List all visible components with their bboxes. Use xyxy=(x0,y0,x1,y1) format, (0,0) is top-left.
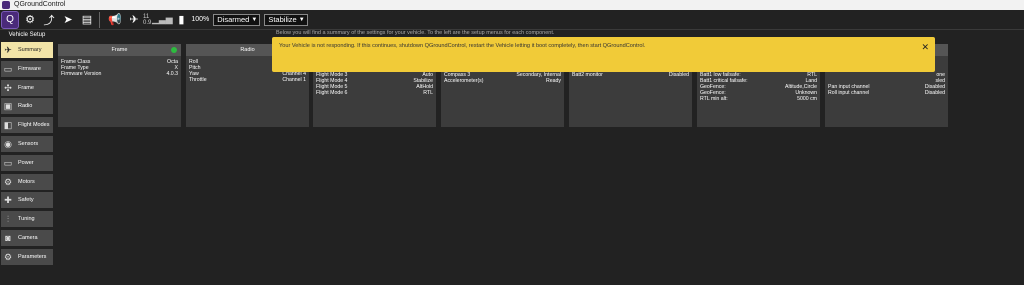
sidebar-item-label: Power xyxy=(18,160,34,166)
sidebar-item-sensors[interactable]: ◉ Sensors xyxy=(1,136,53,152)
app-logo-icon xyxy=(2,1,10,9)
panel-title: Radio xyxy=(240,47,255,53)
main-toolbar: Q ⚙ ⤴ ➤ ▤ 📢 ✈ 11 0.9 ▁▃▅ ▮ 100% Disarmed… xyxy=(0,10,1024,30)
sidebar-header: Vehicle Setup xyxy=(8,32,46,38)
summary-row: Flight Mode 6 RTL xyxy=(316,90,433,96)
summary-row: Roll input channel Disabled xyxy=(828,90,945,96)
settings-gear-icon[interactable]: ⚙ xyxy=(22,12,38,28)
tuning-icon: ⫶ xyxy=(6,213,10,224)
panel-title: Frame xyxy=(111,47,128,53)
sidebar-item-frame[interactable]: ✣ Frame xyxy=(1,80,53,96)
summary-row: RTL min alt: 5000 cm xyxy=(700,96,817,102)
gps-satellite-icon[interactable]: ✈ xyxy=(126,12,142,28)
sidebar-item-label: Firmware xyxy=(18,66,41,72)
power-icon: ▭ xyxy=(3,157,13,168)
qgc-logo-icon[interactable]: Q xyxy=(1,10,19,29)
plane-icon: ✈ xyxy=(4,44,12,55)
sidebar-item-label: Tuning xyxy=(18,216,35,222)
sidebar-item-parameters[interactable]: ⚙ Parameters xyxy=(1,249,53,265)
sidebar-item-label: Motors xyxy=(18,179,35,185)
parameters-icon: ⚙ xyxy=(3,251,13,262)
sidebar-item-camera[interactable]: ◙ Camera xyxy=(1,230,53,246)
chevron-down-icon: ▼ xyxy=(251,16,258,23)
window-title: QGroundControl xyxy=(14,1,66,8)
flight-mode-dropdown[interactable]: Stabilize ▼ xyxy=(264,13,308,26)
sidebar-item-label: Safety xyxy=(18,197,34,203)
sidebar-item-label: Parameters xyxy=(18,254,47,260)
panel-header[interactable]: Frame xyxy=(58,44,181,56)
sidebar-item-radio[interactable]: ▣ Radio xyxy=(1,98,53,114)
arm-state-value: Disarmed xyxy=(217,14,250,24)
status-ok-dot-icon xyxy=(171,47,177,53)
flight-mode-value: Stabilize xyxy=(268,14,297,24)
summary-row: Accelerometer(s) Ready xyxy=(444,78,561,84)
close-icon[interactable]: ✕ xyxy=(921,42,929,53)
sidebar-item-motors[interactable]: ⚙ Motors xyxy=(1,174,53,190)
messages-megaphone-icon[interactable]: 📢 xyxy=(107,12,123,28)
camera-icon: ◙ xyxy=(5,233,11,243)
sidebar-item-label: Camera xyxy=(18,235,38,241)
summary-row: Throttle Channel 1 xyxy=(189,77,306,83)
sidebar-item-label: Radio xyxy=(18,103,33,109)
radio-icon: ▣ xyxy=(3,100,13,111)
sidebar-item-label: Summary xyxy=(18,47,42,53)
motors-icon: ⚙ xyxy=(3,176,13,187)
banner-message: Your Vehicle is not responding. If this … xyxy=(279,43,646,49)
fly-view-icon[interactable]: ➤ xyxy=(60,12,76,28)
sidebar-item-firmware[interactable]: ▭ Firmware xyxy=(1,61,53,77)
safety-icon: ✚ xyxy=(4,194,12,205)
flight-modes-icon: ◧ xyxy=(3,119,13,130)
summary-hint-text: Below you will find a summary of the set… xyxy=(276,30,555,36)
sidebar-item-flight-modes[interactable]: ◧ Flight Modes xyxy=(1,117,53,133)
analyze-icon[interactable]: ▤ xyxy=(79,12,95,28)
battery-icon[interactable]: ▮ xyxy=(173,12,189,28)
sidebar-item-label: Frame xyxy=(18,85,34,91)
arm-state-dropdown[interactable]: Disarmed ▼ xyxy=(213,13,261,26)
sidebar-item-power[interactable]: ▭ Power xyxy=(1,155,53,171)
gps-readout: 11 0.9 xyxy=(143,14,151,26)
sidebar-item-label: Flight Modes xyxy=(18,122,50,128)
sidebar-item-tuning[interactable]: ⫶ Tuning xyxy=(1,211,53,227)
title-bar: QGroundControl xyxy=(0,0,1024,10)
sidebar-item-safety[interactable]: ✚ Safety xyxy=(1,192,53,208)
frame-icon: ✣ xyxy=(4,82,12,93)
chevron-down-icon: ▼ xyxy=(298,16,305,23)
plan-view-icon[interactable]: ⤴ xyxy=(41,12,57,28)
sidebar-item-summary[interactable]: ✈ Summary xyxy=(1,42,53,58)
frame-summary-panel[interactable]: Frame Frame Class Octa Frame Type X Firmwa… xyxy=(58,44,181,127)
battery-percent: 100% xyxy=(191,16,210,23)
summary-row: Firmware Version 4.0.3 xyxy=(61,71,178,77)
sensors-icon: ◉ xyxy=(4,138,12,149)
hdop-value: 0.9 xyxy=(143,19,152,26)
firmware-icon: ▭ xyxy=(3,63,13,74)
rc-signal-icon[interactable]: ▁▃▅ xyxy=(152,12,173,28)
toolbar-divider xyxy=(99,11,100,28)
vehicle-not-responding-banner: Your Vehicle is not responding. If this … xyxy=(272,37,935,72)
sidebar-item-label: Sensors xyxy=(18,141,39,147)
summary-row: Batt2 monitor Disabled xyxy=(572,72,689,78)
